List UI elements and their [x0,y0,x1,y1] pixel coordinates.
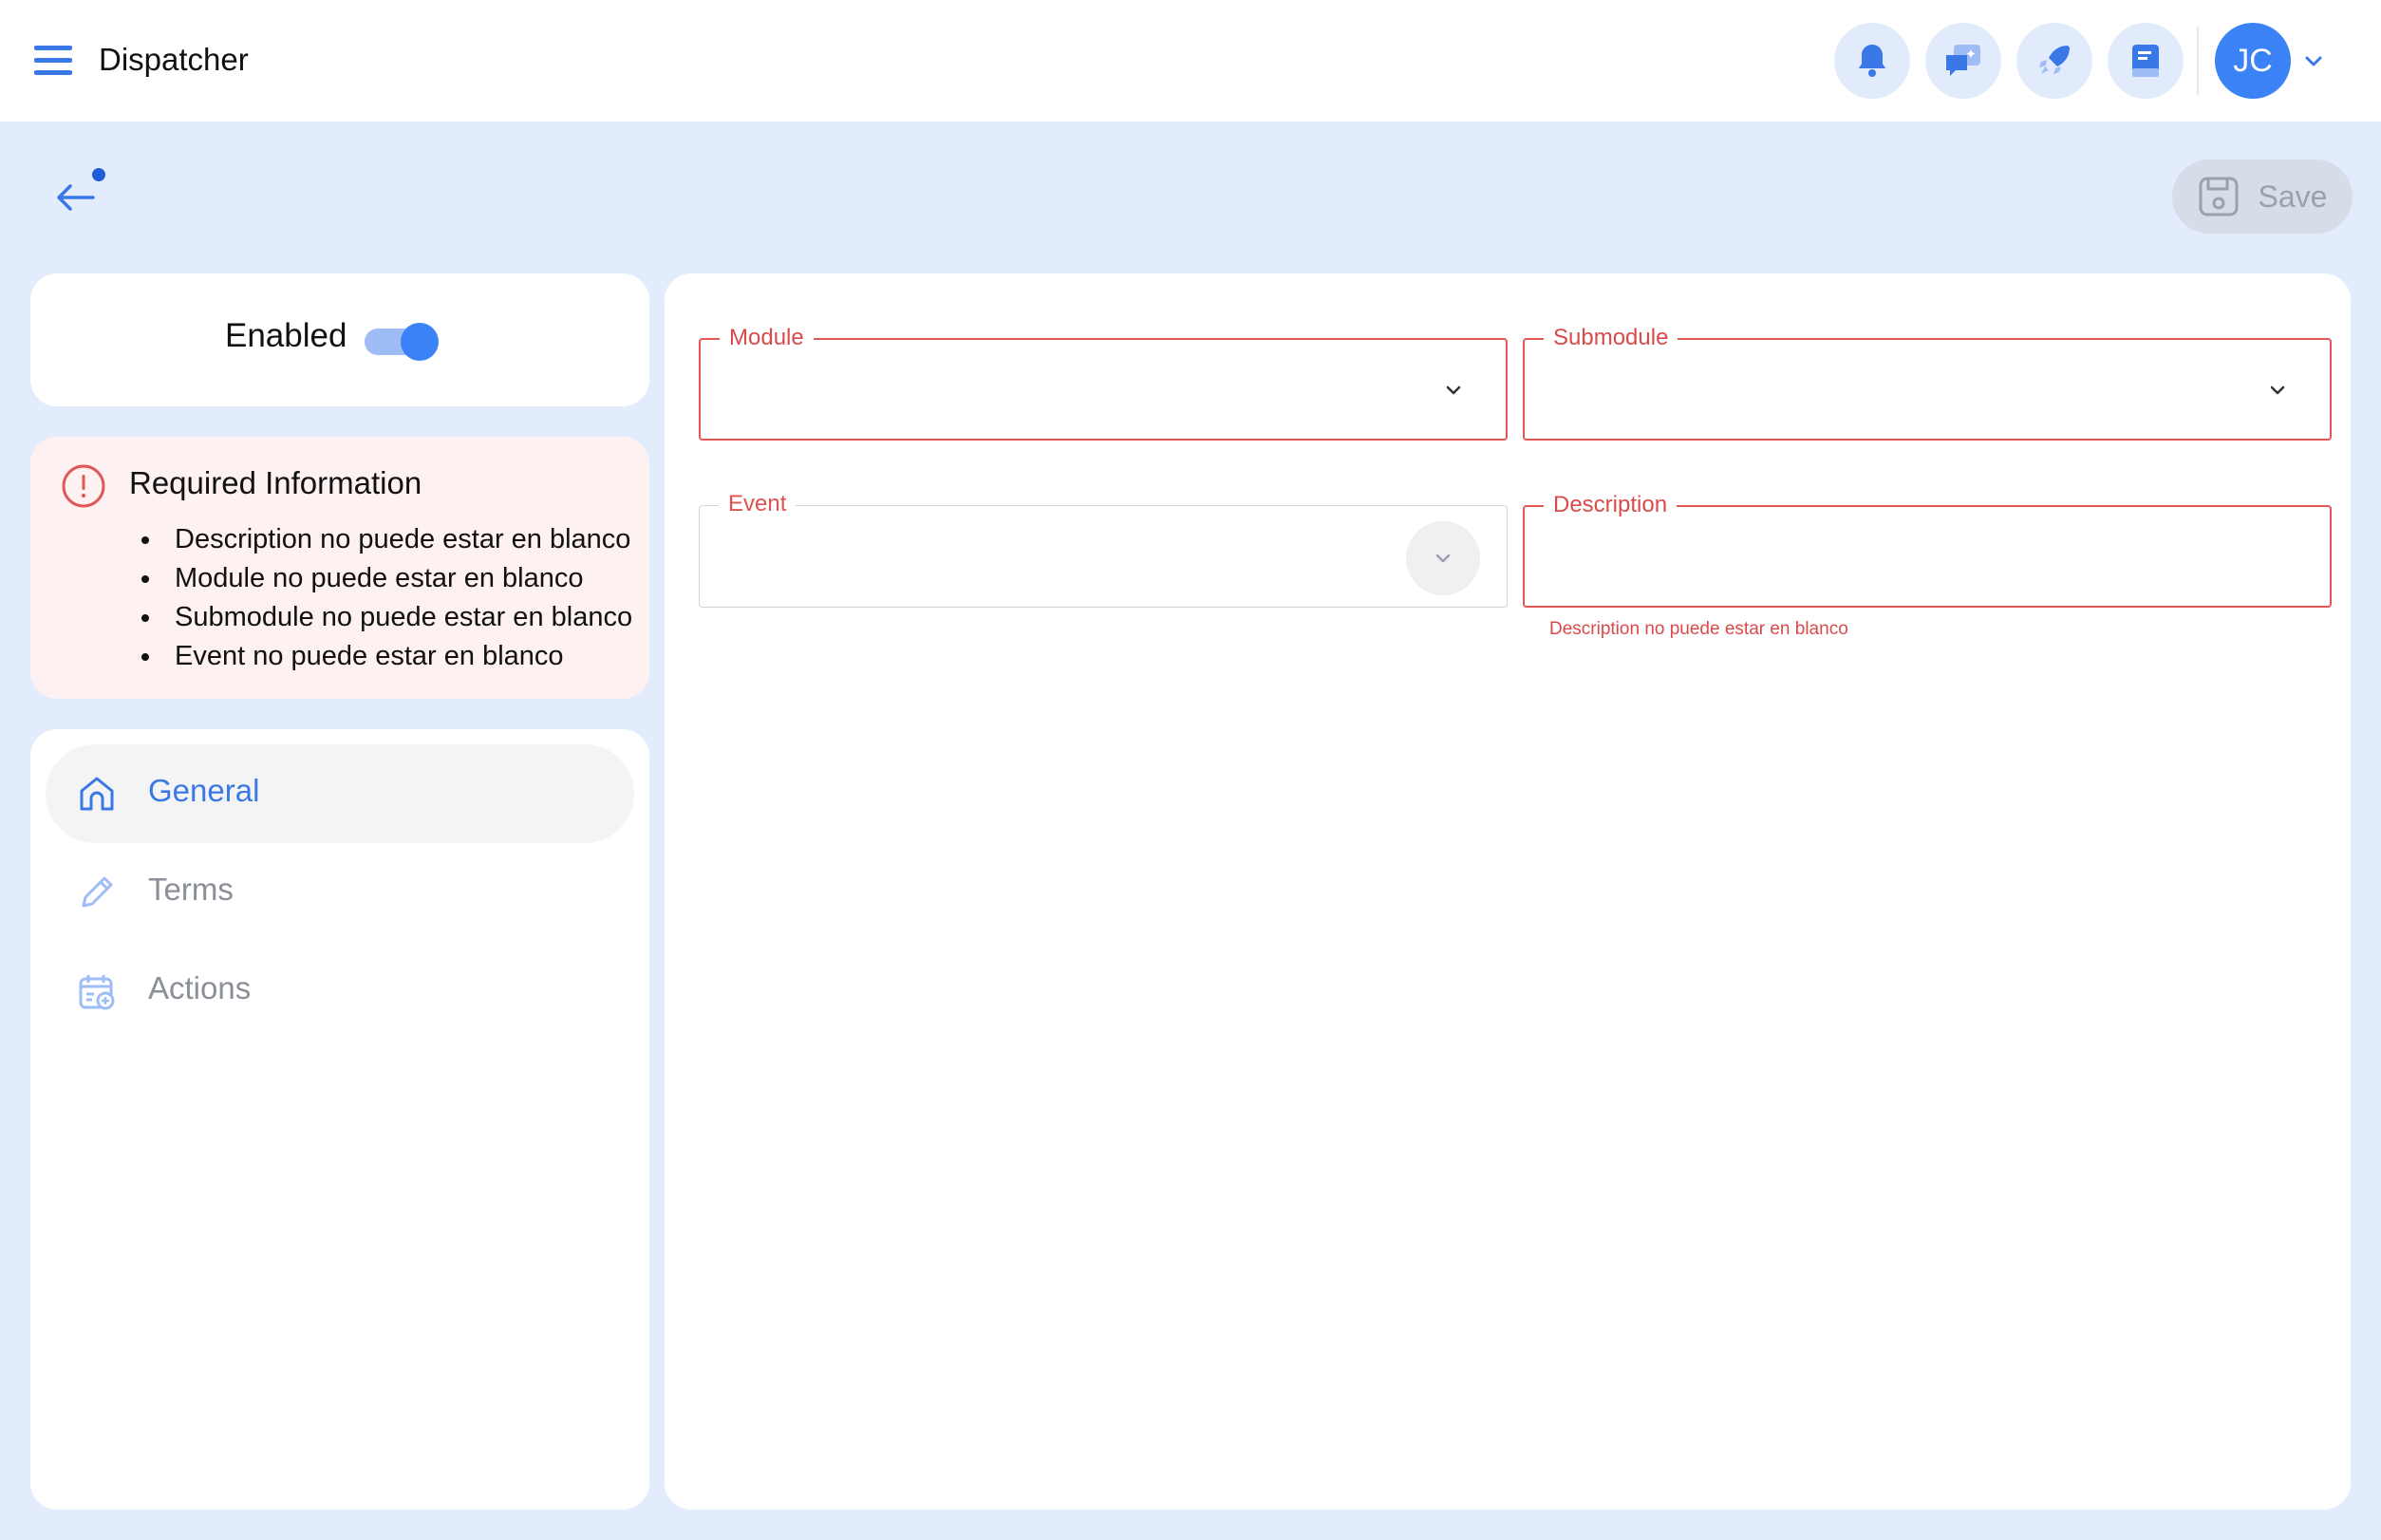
list-item: Module no puede estar en blanco [163,559,632,598]
docs-button[interactable] [2108,23,2184,99]
module-select[interactable]: Module [699,325,1508,441]
enabled-label: Enabled [225,317,347,354]
module-label: Module [720,325,814,351]
bell-icon [1859,45,1885,77]
rocket-icon [2039,46,2070,74]
nav-item-terms[interactable]: Terms [46,843,634,942]
save-label: Save [2258,178,2328,214]
chevron-down-icon [1435,554,1451,563]
nav-item-label: Actions [148,970,252,1005]
description-error: Description no puede estar en blanco [1549,619,1848,639]
pencil-icon [82,876,113,908]
event-label: Event [719,491,797,517]
nav-item-label: General [148,773,260,808]
divider [2197,27,2199,95]
app-title: Dispatcher [99,42,249,77]
chat-sparkle-icon [1946,45,1980,76]
nav-item-actions[interactable]: Actions [46,942,634,1041]
event-select[interactable]: Event [699,491,1508,608]
submodule-select[interactable]: Submodule [1523,325,2332,441]
save-button[interactable]: Save [2172,160,2353,234]
side-nav: General Terms Actions [30,729,649,1510]
required-info-card: Required Information Description no pued… [30,437,649,699]
back-button[interactable] [53,167,114,220]
required-info-list: Description no puede estar en blanco Mod… [129,520,632,676]
book-icon [2132,45,2159,77]
nav-item-label: Terms [148,872,234,907]
list-item: Submodule no puede estar en blanco [163,598,632,637]
enabled-card: Enabled [30,273,649,406]
description-label: Description [1544,492,1678,518]
form-card: Module Submodule Event Description Descr… [665,273,2351,1510]
description-field[interactable]: Description [1523,492,2332,608]
chat-assistant-button[interactable] [1925,23,2001,99]
top-bar: Dispatcher JC [0,0,2381,122]
calendar-add-icon [79,975,115,1010]
chevron-down-icon[interactable] [2265,378,2290,403]
arrow-left-icon [57,168,105,211]
enabled-toggle[interactable] [365,323,441,361]
notifications-button[interactable] [1834,23,1910,99]
event-dropdown-toggle[interactable] [1406,521,1480,595]
menu-icon[interactable] [34,46,72,76]
launch-button[interactable] [2016,23,2092,99]
list-item: Event no puede estar en blanco [163,637,632,676]
submodule-label: Submodule [1544,325,1678,351]
home-icon [80,777,114,811]
floppy-disk-icon [2199,177,2239,216]
chevron-down-icon[interactable] [2301,49,2326,74]
chevron-down-icon[interactable] [1441,378,1466,403]
nav-item-general[interactable]: General [46,744,634,843]
list-item: Description no puede estar en blanco [163,520,632,559]
required-info-title: Required Information [129,465,422,500]
avatar[interactable]: JC [2215,23,2291,99]
alert-circle-icon [62,464,105,508]
